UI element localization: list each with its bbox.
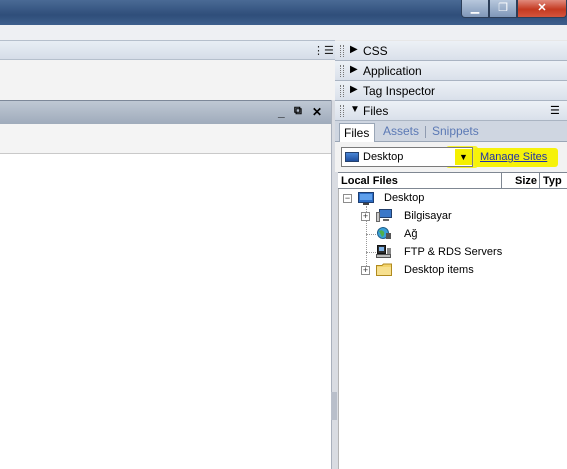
window-maximize-button[interactable]: ❐ xyxy=(489,0,517,18)
manage-sites-link[interactable]: Manage Sites xyxy=(480,151,547,163)
files-panel-tabs: Files Assets Snippets xyxy=(335,121,567,142)
tab-snippets[interactable]: Snippets xyxy=(432,124,479,138)
chevron-down-icon[interactable]: ▼ xyxy=(455,149,472,165)
site-select-value: Desktop xyxy=(363,151,404,163)
panel-header-tag-inspector[interactable]: ▶ Tag Inspector xyxy=(335,81,567,101)
panel-header-application[interactable]: ▶ Application xyxy=(335,61,567,81)
window-close-button[interactable]: ✕ xyxy=(517,0,567,18)
panel-title-files: Files xyxy=(363,104,389,118)
menu-strip xyxy=(0,25,567,40)
document-canvas[interactable] xyxy=(0,154,331,469)
document-title-bar: _ ⧉ ✕ xyxy=(0,100,331,124)
tab-assets[interactable]: Assets xyxy=(383,124,419,138)
grip-icon[interactable] xyxy=(340,45,344,57)
expand-arrow-icon: ▶ xyxy=(350,84,358,95)
minimize-icon[interactable]: _ xyxy=(278,105,285,119)
panel-title-tag-inspector: Tag Inspector xyxy=(363,84,436,98)
folder-icon xyxy=(376,263,392,276)
splitter-grip[interactable] xyxy=(331,392,337,420)
minus-icon[interactable]: − xyxy=(343,194,352,203)
grip-icon[interactable] xyxy=(340,65,344,77)
column-separator[interactable] xyxy=(501,173,502,189)
panel-title-css: CSS xyxy=(363,44,388,58)
tree-item-ftp-rds-servers[interactable]: FTP & RDS Servers xyxy=(404,246,502,258)
column-local-files[interactable]: Local Files xyxy=(341,175,398,187)
expand-arrow-icon: ▶ xyxy=(350,64,358,75)
restore-icon[interactable]: ⧉ xyxy=(294,105,302,118)
tab-separator xyxy=(425,126,426,138)
column-separator[interactable] xyxy=(539,173,540,189)
panel-title-application: Application xyxy=(363,64,422,78)
desktop-icon xyxy=(345,152,359,162)
collapse-arrow-icon: ▼ xyxy=(350,104,360,115)
tab-files[interactable]: Files xyxy=(339,123,375,142)
file-tree[interactable]: − Desktop + Bilgisayar Ağ FTP & RDS Serv… xyxy=(338,189,567,469)
grip-icon[interactable] xyxy=(340,105,344,117)
tree-item-desktop-items[interactable]: Desktop items xyxy=(404,264,474,276)
options-menu-icon[interactable]: ☰ xyxy=(550,104,560,117)
network-icon xyxy=(377,227,391,239)
window-controls: ▁ ❐ ✕ xyxy=(461,0,567,19)
file-list-header: Local Files Size Typ xyxy=(338,172,567,189)
site-select[interactable]: Desktop ▼ xyxy=(341,147,473,167)
desktop-icon xyxy=(358,192,374,205)
grip-icon[interactable] xyxy=(340,85,344,97)
options-menu-icon[interactable]: ⋮☰ xyxy=(313,44,334,57)
panel-header-files[interactable]: ▼ Files ☰ xyxy=(335,101,567,121)
column-size[interactable]: Size xyxy=(515,175,537,187)
tree-item-desktop[interactable]: Desktop xyxy=(384,192,424,204)
close-icon[interactable]: ✕ xyxy=(312,105,322,119)
expand-arrow-icon: ▶ xyxy=(350,44,358,55)
column-type[interactable]: Typ xyxy=(543,175,562,187)
computer-icon xyxy=(376,209,392,222)
toolbar-area xyxy=(0,60,335,100)
docked-toolbar: ⋮☰ xyxy=(0,40,335,60)
window-minimize-button[interactable]: ▁ xyxy=(461,0,489,18)
panel-header-css[interactable]: ▶ CSS xyxy=(335,41,567,61)
tree-line xyxy=(366,252,376,254)
plus-icon[interactable]: + xyxy=(361,266,370,275)
document-toolbar xyxy=(0,124,331,154)
plus-icon[interactable]: + xyxy=(361,212,370,221)
server-icon xyxy=(376,245,391,258)
tree-item-ag[interactable]: Ağ xyxy=(404,228,417,240)
tree-line xyxy=(366,234,376,236)
tree-item-bilgisayar[interactable]: Bilgisayar xyxy=(404,210,452,222)
